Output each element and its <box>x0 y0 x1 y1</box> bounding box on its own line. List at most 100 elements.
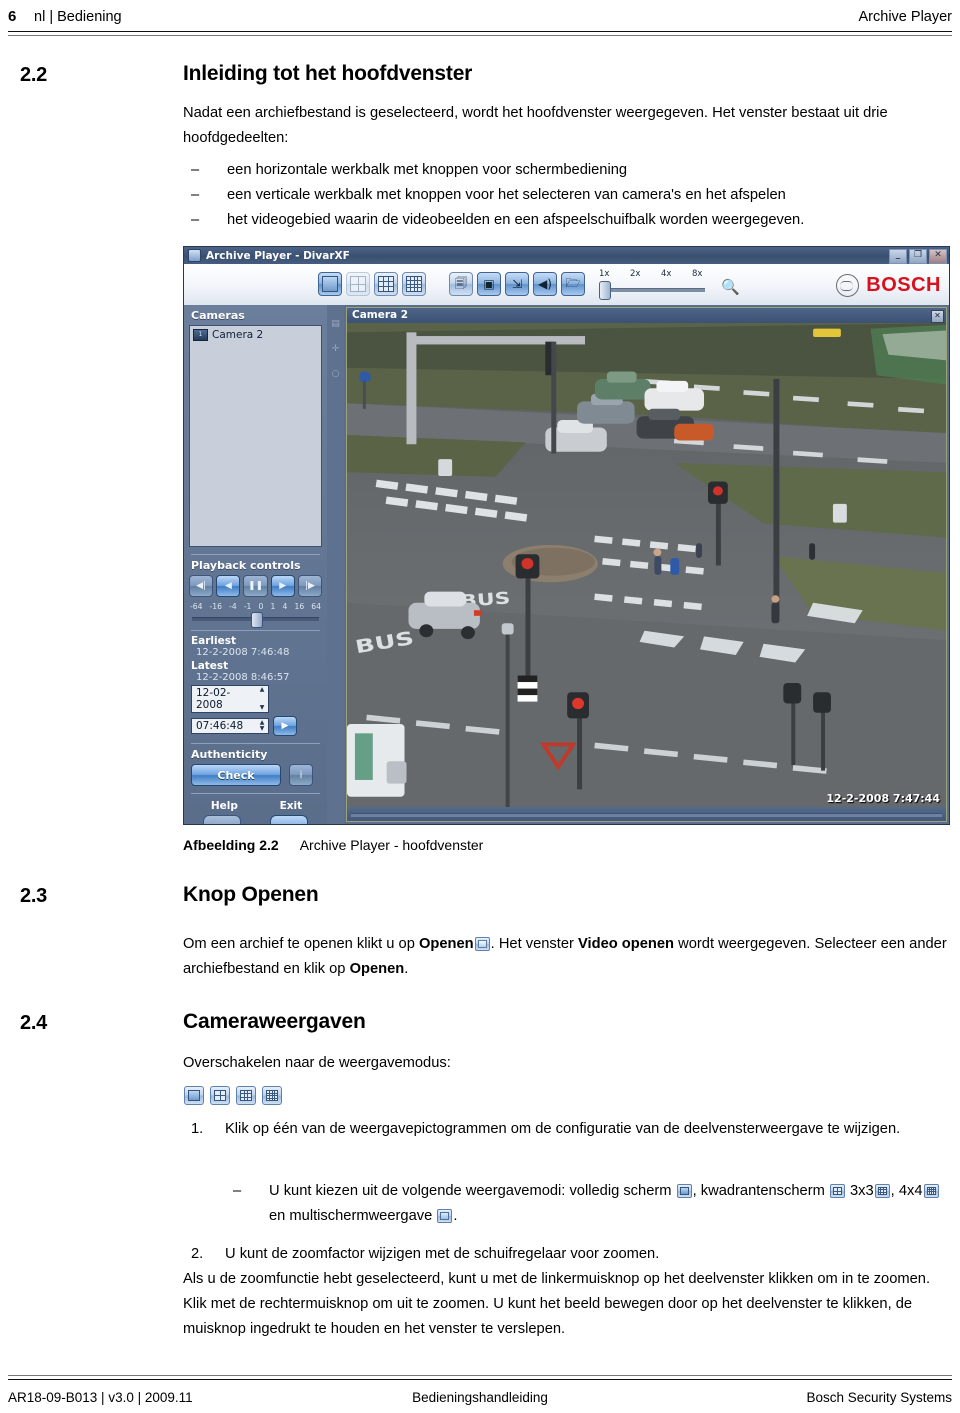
minimize-button[interactable]: _ <box>889 249 907 264</box>
single-view-icon[interactable] <box>184 1086 204 1105</box>
speed-slider[interactable] <box>192 612 319 628</box>
authenticity-title: Authenticity <box>191 748 268 761</box>
manual-page: 6 nl | Bediening Archive Player 2.2 Inle… <box>0 0 960 1413</box>
text-run: , 4x4 <box>890 1183 923 1199</box>
quad-view-icon[interactable] <box>829 1184 845 1198</box>
divider <box>191 793 320 794</box>
video-pane-close-button[interactable]: ✕ <box>931 310 944 323</box>
4x4-view-button[interactable] <box>402 272 426 296</box>
info-icon-button[interactable]: i <box>289 764 313 786</box>
speaker-icon: ◀) <box>538 277 552 291</box>
section-title-2-2: Inleiding tot het hoofdvenster <box>183 62 473 85</box>
camera-select-icon[interactable]: ▤ <box>330 319 341 330</box>
maximize-button[interactable]: ❐ <box>909 249 927 264</box>
camera-icon: ▣ <box>483 277 495 291</box>
list-item-camera-2[interactable]: 1 Camera 2 <box>193 329 318 341</box>
text-run: 3x3 <box>845 1183 874 1199</box>
ptz-icon[interactable]: ✛ <box>330 344 341 355</box>
exit-label: Exit <box>279 800 303 812</box>
speed-tick: -16 <box>209 602 222 611</box>
help-exit-labels: Help Exit <box>189 798 322 812</box>
list-item-label: het videogebied waarin de videobeelden e… <box>227 212 805 228</box>
open-file-icon <box>474 937 490 951</box>
video-pane[interactable]: Camera 2 ✕ BUS BUS 12-2-2008 7:47:44 <box>346 307 947 822</box>
3x3-view-icon[interactable] <box>236 1086 256 1105</box>
zoom-slider[interactable]: 1x 2x 4x 8x <box>599 269 707 300</box>
date-value: 12-02-2008 <box>196 687 231 711</box>
playback-buttons: ◀| ◀ ❚❚ ▶ |▶ <box>189 575 323 597</box>
app-titlebar: Archive Player - DivarXF _ ❐ ✕ <box>184 247 949 264</box>
section-2-4-steps: 1. Klik op één van de weergavepictogramm… <box>183 1117 948 1142</box>
speed-tick: 64 <box>311 602 321 611</box>
playback-scrollbar-track[interactable] <box>351 813 942 817</box>
step-back-button[interactable]: ◀| <box>189 575 214 597</box>
single-view-icon[interactable] <box>676 1184 692 1198</box>
4x4-view-icon[interactable] <box>923 1184 939 1198</box>
quad-view-button[interactable] <box>346 272 370 296</box>
3x3-view-icon[interactable] <box>874 1184 890 1198</box>
bosch-logo: BOSCH <box>836 274 941 297</box>
header-right-text: Archive Player <box>858 9 952 25</box>
text-run: Om een archief te openen klikt u op <box>183 936 419 952</box>
cctv-scene-image: BUS BUS <box>347 323 946 807</box>
export-button[interactable]: ⇲ <box>505 272 529 296</box>
check-button[interactable]: Check <box>191 764 281 786</box>
text-run: . Het venster <box>490 936 578 952</box>
section-2-3-body: Om een archief te openen klikt u op Open… <box>183 932 948 982</box>
speed-tick: 16 <box>294 602 305 611</box>
camera-icon: 1 <box>193 329 208 341</box>
time-row: 07:46:48 ▲ ▼ ▶ <box>191 716 322 736</box>
zoom-slider-thumb[interactable] <box>599 281 611 300</box>
record-dot-icon[interactable]: ○ <box>330 369 341 380</box>
zoom-slider-track[interactable] <box>601 288 705 292</box>
section-number-2-3: 2.3 <box>20 885 47 907</box>
camera-label: Camera 2 <box>212 329 264 341</box>
play-button[interactable]: ▶ <box>270 575 295 597</box>
folder-open-icon: 🗁 <box>565 275 581 290</box>
help-button[interactable]: ? <box>203 815 242 824</box>
close-button[interactable]: ✕ <box>929 249 947 264</box>
single-view-button[interactable] <box>318 272 342 296</box>
date-stepper[interactable]: ▲ ▼ <box>257 687 267 711</box>
section-title-2-4: Cameraweergaven <box>183 1010 366 1033</box>
3x3-view-button[interactable] <box>374 272 398 296</box>
4x4-view-icon[interactable] <box>262 1086 282 1105</box>
vertical-toolbar: ▤ ✛ ○ <box>327 305 344 824</box>
speed-tick: 4 <box>282 602 288 611</box>
authenticity-row: Check i <box>191 764 322 786</box>
time-field[interactable]: 07:46:48 ▲ ▼ <box>191 718 269 734</box>
list-item: – een horizontale werkbalk met knoppen v… <box>183 158 948 183</box>
speed-tick: -1 <box>243 602 252 611</box>
video-pane-title: Camera 2 ✕ <box>347 308 946 323</box>
audio-button[interactable]: ◀) <box>533 272 557 296</box>
bold-openen: Openen <box>418 936 474 952</box>
help-label: Help <box>210 800 238 812</box>
speed-slider-thumb[interactable] <box>250 612 263 628</box>
pause-button[interactable]: ❚❚ <box>243 575 268 597</box>
speed-tick: 0 <box>258 602 264 611</box>
window-controls: _ ❐ ✕ <box>889 249 947 264</box>
reverse-play-button[interactable]: ◀ <box>216 575 241 597</box>
camera-list[interactable]: 1 Camera 2 <box>189 325 322 547</box>
quad-view-icon[interactable] <box>210 1086 230 1105</box>
latest-value: 12-2-2008 8:46:57 <box>196 672 290 683</box>
footer-right: Bosch Security Systems <box>806 1390 952 1405</box>
section-number-2-4: 2.4 <box>20 1012 47 1034</box>
snapshot-button[interactable]: ▣ <box>477 272 501 296</box>
earliest-label: Earliest <box>191 635 237 647</box>
authenticity-icon-button[interactable]: 🗐 <box>449 272 473 296</box>
step-forward-button[interactable]: |▶ <box>297 575 323 597</box>
date-row: 12-02-2008 ▲ ▼ <box>191 685 322 713</box>
open-file-button[interactable]: 🗁 <box>561 272 585 296</box>
magnifier-icon[interactable]: 🔍 <box>721 278 740 296</box>
date-field[interactable]: 12-02-2008 ▲ ▼ <box>191 685 269 713</box>
time-stepper[interactable]: ▲ ▼ <box>257 720 267 732</box>
text-run: U kunt kiezen uit de volgende weergavemo… <box>269 1183 676 1199</box>
playback-scrollbar[interactable] <box>347 807 946 821</box>
exit-button[interactable]: ⇥ <box>269 815 308 824</box>
section-2-4-substep: – U kunt kiezen uit de volgende weergave… <box>225 1179 948 1229</box>
figure-caption: Afbeelding 2.2 Archive Player - hoofdven… <box>183 837 483 853</box>
archive-player-screenshot: Archive Player - DivarXF _ ❐ ✕ 🗐 ▣ ⇲ ◀) … <box>183 246 950 825</box>
multiscreen-view-icon[interactable] <box>437 1209 453 1223</box>
goto-time-button[interactable]: ▶ <box>273 716 297 736</box>
